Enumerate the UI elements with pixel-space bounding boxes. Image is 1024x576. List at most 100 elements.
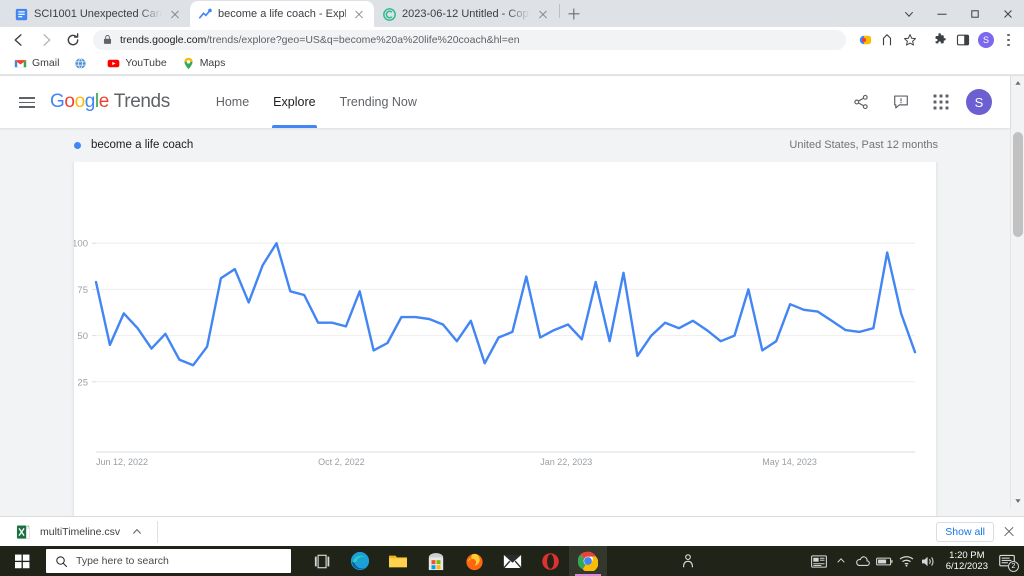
onedrive-icon[interactable] bbox=[852, 546, 874, 576]
taskbar-clock[interactable]: 1:20 PM 6/12/2023 bbox=[940, 550, 994, 572]
tab-search-chevron-down-icon[interactable] bbox=[892, 0, 925, 27]
maps-pin-icon bbox=[184, 57, 193, 69]
browser-tab-1[interactable]: SCI1001 Unexpected Careers Th bbox=[6, 1, 190, 27]
document-icon bbox=[15, 8, 28, 20]
trends-header: Google Trends Home Explore Trending Now bbox=[0, 76, 1010, 128]
chevron-up-icon[interactable] bbox=[129, 524, 145, 540]
notification-count-badge: 2 bbox=[1008, 561, 1019, 572]
search-term-legend: become a life coach bbox=[74, 139, 193, 151]
chrome-menu-kebab-icon[interactable] bbox=[998, 29, 1018, 51]
opera-icon[interactable] bbox=[531, 546, 569, 576]
toolbar-icon-group: S bbox=[853, 29, 1018, 51]
bookmark-label: Maps bbox=[199, 57, 226, 69]
taskbar-search-input[interactable]: Type here to search bbox=[46, 549, 291, 573]
avatar-initial: S bbox=[978, 31, 994, 48]
chart-gridlines bbox=[96, 242, 915, 383]
hamburger-menu-icon[interactable] bbox=[14, 89, 40, 115]
bookmark-youtube[interactable]: YouTube bbox=[101, 55, 172, 72]
nav-item-explore[interactable]: Explore bbox=[261, 76, 327, 128]
page-viewport: 25 50 75 100 Jun 12, 2022 Oct 2, 2022 Jan 22,… bbox=[0, 76, 1024, 576]
task-view-icon[interactable] bbox=[303, 546, 341, 576]
back-icon[interactable] bbox=[6, 27, 31, 52]
wifi-icon[interactable] bbox=[896, 546, 918, 576]
share-icon[interactable] bbox=[846, 87, 876, 117]
volume-icon[interactable] bbox=[918, 546, 940, 576]
search-placeholder: Type here to search bbox=[76, 555, 169, 567]
nav-item-home[interactable]: Home bbox=[204, 76, 261, 128]
download-shelf: multiTimeline.csv Show all bbox=[0, 516, 1024, 546]
action-center-icon[interactable]: 2 bbox=[994, 546, 1020, 576]
clock-date: 6/12/2023 bbox=[945, 561, 988, 572]
scroll-down-arrow-icon[interactable] bbox=[1011, 494, 1024, 508]
bookmarks-bar: Gmail YouTube Maps bbox=[0, 52, 1024, 75]
share-icon[interactable] bbox=[876, 29, 898, 51]
firefox-icon[interactable] bbox=[455, 546, 493, 576]
scroll-up-arrow-icon[interactable] bbox=[1011, 76, 1024, 90]
new-tab-button[interactable] bbox=[561, 1, 587, 27]
tab-title: 2023-06-12 Untitled - Copy.ai bbox=[402, 7, 530, 20]
account-avatar[interactable]: S bbox=[966, 89, 992, 115]
meet-now-icon[interactable] bbox=[669, 546, 707, 576]
nav-item-trending-now[interactable]: Trending Now bbox=[328, 76, 429, 128]
file-explorer-icon[interactable] bbox=[379, 546, 417, 576]
chart-x-axis-labels: Jun 12, 2022 Oct 2, 2022 Jan 22, 2023 May 1… bbox=[96, 457, 817, 467]
globe-icon bbox=[75, 57, 87, 69]
page-scrollbar[interactable] bbox=[1010, 76, 1024, 508]
bookmark-label: YouTube bbox=[125, 57, 167, 69]
chrome-icon[interactable] bbox=[569, 546, 607, 576]
svg-text:75: 75 bbox=[77, 285, 88, 296]
svg-text:May 14, 2023: May 14, 2023 bbox=[762, 457, 817, 467]
start-button-icon[interactable] bbox=[0, 546, 44, 576]
tab-title: SCI1001 Unexpected Careers Th bbox=[34, 7, 162, 20]
close-icon[interactable] bbox=[991, 0, 1024, 27]
window-controls bbox=[892, 0, 1024, 27]
download-item[interactable]: multiTimeline.csv bbox=[8, 520, 159, 543]
microsoft-store-icon[interactable] bbox=[417, 546, 455, 576]
google-apps-icon[interactable] bbox=[926, 87, 956, 117]
mail-icon[interactable] bbox=[493, 546, 531, 576]
svg-text:50: 50 bbox=[77, 331, 88, 342]
news-weather-icon[interactable] bbox=[808, 546, 830, 576]
side-panel-icon[interactable] bbox=[952, 29, 974, 51]
close-icon[interactable] bbox=[536, 7, 550, 21]
tab-strip: SCI1001 Unexpected Careers Th become a l… bbox=[0, 0, 1024, 27]
minimize-icon[interactable] bbox=[925, 0, 958, 27]
close-download-shelf-icon[interactable] bbox=[1000, 523, 1018, 541]
bookmark-globe[interactable] bbox=[68, 55, 98, 72]
edge-icon[interactable] bbox=[341, 546, 379, 576]
reload-icon[interactable] bbox=[60, 27, 85, 52]
browser-toolbar: trends.google.com/trends/explore?geo=US&… bbox=[0, 27, 1024, 52]
windows-taskbar: Type here to search 1:20 PM 6/12/2023 2 bbox=[0, 546, 1024, 576]
bookmark-gmail[interactable]: Gmail bbox=[8, 55, 65, 72]
battery-icon[interactable] bbox=[874, 546, 896, 576]
profile-avatar[interactable]: S bbox=[975, 29, 997, 51]
browser-tab-3[interactable]: 2023-06-12 Untitled - Copy.ai bbox=[374, 1, 558, 27]
address-bar[interactable]: trends.google.com/trends/explore?geo=US&… bbox=[93, 29, 846, 50]
google-lens-icon[interactable] bbox=[853, 29, 875, 51]
browser-tab-2[interactable]: become a life coach - Explore - G bbox=[190, 1, 374, 27]
scrollbar-thumb[interactable] bbox=[1013, 132, 1023, 237]
svg-text:100: 100 bbox=[74, 239, 88, 250]
maximize-icon[interactable] bbox=[958, 0, 991, 27]
download-shelf-actions: Show all bbox=[936, 521, 1018, 542]
bookmark-star-icon[interactable] bbox=[899, 29, 921, 51]
series-color-dot bbox=[74, 141, 81, 149]
bookmark-maps[interactable]: Maps bbox=[176, 55, 232, 72]
show-all-downloads-button[interactable]: Show all bbox=[936, 521, 994, 542]
forward-icon[interactable] bbox=[33, 27, 58, 52]
tab-divider bbox=[559, 4, 560, 18]
close-icon[interactable] bbox=[168, 7, 182, 21]
copyai-icon bbox=[383, 7, 396, 21]
show-hidden-icons-chevron-up-icon[interactable] bbox=[830, 546, 852, 576]
google-trends-logo[interactable]: Google Trends bbox=[50, 91, 170, 113]
close-icon[interactable] bbox=[352, 7, 366, 21]
scope-label: United States, Past 12 months bbox=[789, 139, 938, 151]
trends-chart-card: 25 50 75 100 Jun 12, 2022 Oct 2, 2022 Jan 22,… bbox=[74, 158, 936, 518]
chart-y-axis-labels: 25 50 75 100 bbox=[74, 239, 96, 388]
extensions-puzzle-icon[interactable] bbox=[929, 29, 951, 51]
browser-window: SCI1001 Unexpected Careers Th become a l… bbox=[0, 0, 1024, 576]
tab-title: become a life coach - Explore - G bbox=[218, 7, 346, 20]
feedback-icon[interactable] bbox=[886, 87, 916, 117]
chart-line-series bbox=[94, 242, 917, 367]
clock-time: 1:20 PM bbox=[949, 550, 985, 561]
